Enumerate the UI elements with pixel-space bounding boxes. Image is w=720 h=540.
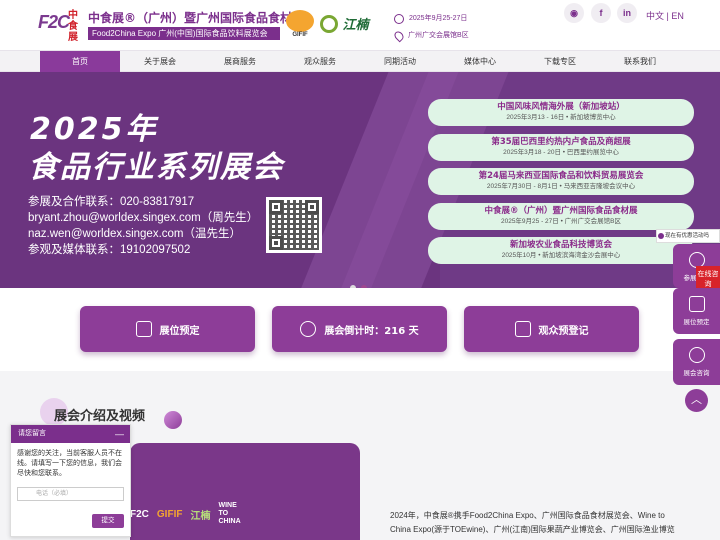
carousel-dots	[350, 278, 372, 288]
decor-circle	[164, 411, 182, 429]
event-list: 中国风味风情海外展（新加坡站） 2025年3月13 - 16日 • 新加坡博览中…	[428, 99, 694, 272]
chat-header: 请您留言 —	[11, 425, 130, 443]
clock-icon	[394, 13, 404, 24]
checklist-icon	[135, 321, 152, 337]
gifif-logo-mark	[286, 10, 314, 32]
chat-widget: 请您留言 — 感谢您的关注，当前客服人员不在线。请填写一下您的信息，我们会尽快和…	[10, 424, 131, 537]
jiangnan-logo-text: 江楠	[342, 18, 369, 33]
submit-button[interactable]: 提交	[92, 514, 124, 528]
event-sub: 2025年9月25 - 27日 • 广州广交会展馆B区	[500, 217, 622, 225]
event-title: 中食展®（广州）暨广州国际食品食材展	[484, 205, 638, 216]
chat-message: 感谢您的关注，当前客服人员不在线。请填写一下您的信息，我们会尽快和您联系。	[17, 450, 122, 477]
nav-item-media[interactable]: 媒体中心	[440, 51, 520, 72]
gifif-logo: GIFIF	[284, 10, 316, 40]
event-card[interactable]: 中食展®（广州）暨广州国际食品食材展 2025年9月25 - 27日 • 广州广…	[428, 202, 694, 230]
headset-icon	[688, 347, 705, 363]
nav-item-events[interactable]: 同期活动	[360, 51, 440, 72]
nav-item-downloads[interactable]: 下载专区	[520, 51, 600, 72]
booth-booking-button[interactable]: 展位预定	[80, 306, 255, 352]
event-sub: 2025年3月18 - 20日 • 巴西里约展览中心	[503, 148, 619, 156]
event-sub: 2025年3月13 - 16日 • 新加坡博览中心	[506, 114, 616, 121]
main-nav: 首页 关于展会 展商服务 观众服务 同期活动 媒体中心 下载专区 联系我们	[0, 50, 720, 72]
contact-line: 参观及媒体联系：19102097502	[28, 244, 191, 256]
title-main: 中食展®（广州）暨广州国际食品食材展	[88, 11, 305, 25]
linkedin-icon[interactable]: in	[617, 3, 637, 23]
exhibition-consult-button[interactable]: 展会咨询	[673, 339, 720, 385]
minimize-icon[interactable]: —	[115, 425, 124, 443]
countdown-button[interactable]: 展会倒计时：216 天	[272, 306, 447, 352]
logo-letters: F2C	[38, 12, 70, 32]
form-icon	[514, 321, 531, 337]
phone-input[interactable]: 电话（必填）	[17, 487, 124, 501]
qr-code	[266, 197, 322, 253]
title-sub: Food2China Expo 广州(中国)国际食品饮料展览会	[88, 27, 280, 40]
nav-item-visitor-services[interactable]: 观众服务	[280, 51, 360, 72]
checklist-icon	[688, 296, 705, 312]
event-sub: 2025年7月30日 - 8月1日 • 马来西亚吉隆坡会议中心	[486, 183, 636, 190]
gifif-logo-text: GIFIF	[292, 32, 308, 38]
event-card[interactable]: 新加坡农业食品科技博览会 2025年10月 • 新加坡滨海湾金沙会展中心	[428, 237, 694, 264]
nav-item-exhibitor-services[interactable]: 展商服务	[200, 51, 280, 72]
side-booking-label: 展位预定	[683, 319, 710, 326]
event-venue: 广州广交会展馆B区	[408, 32, 469, 39]
event-title: 第24届马来西亚国际食品和饮料贸易展览会	[478, 171, 644, 181]
nav-item-contact[interactable]: 联系我们	[600, 51, 680, 72]
back-to-top-button[interactable]: ︿	[685, 389, 708, 412]
promo-notice[interactable]: 现在有优惠活动吗	[656, 229, 720, 243]
event-title: 新加坡农业食品科技博览会	[509, 240, 612, 250]
countdown-label: 展会倒计时：216 天	[324, 325, 419, 337]
exhibition-consult-label: 展会咨询	[683, 370, 710, 377]
location-pin-icon	[392, 29, 406, 42]
video-logos: F2C GIFIF 江楠 WINE TO CHINA	[130, 499, 246, 529]
site-header: F2C 中食展 中食展®（广州）暨广州国际食品食材展 Food2China Ex…	[0, 0, 720, 50]
language-switch[interactable]: 中文 | EN	[646, 9, 684, 22]
event-sub: 2025年10月 • 新加坡滨海湾金沙会展中心	[501, 252, 621, 259]
site-title: 中食展®（广州）暨广州国际食品食材展 Food2China Expo 广州(中国…	[88, 11, 305, 40]
event-card[interactable]: 第35届巴西里约热内卢食品及商超展 2025年3月18 - 20日 • 巴西里约…	[428, 133, 694, 161]
facebook-icon[interactable]: f	[591, 3, 611, 23]
banner-series-title: 食品行业系列展会	[28, 150, 284, 185]
wine-to-china-logo: WINE TO CHINA	[218, 502, 241, 525]
event-title: 中国风味风情海外展（新加坡站）	[497, 102, 625, 112]
event-date: 2025年9月25-27日	[409, 15, 468, 22]
event-info: 2025年9月25-27日 广州广交会展馆B区	[392, 10, 469, 44]
jiangnan-logo: 江楠	[320, 14, 372, 36]
visitor-register-label: 观众预登记	[538, 325, 589, 337]
banner-contacts: 参展及合作联系：020-83817917 bryant.zhou@worldex…	[28, 194, 258, 258]
event-card[interactable]: 第24届马来西亚国际食品和饮料贸易展览会 2025年7月30日 - 8月1日 •…	[428, 168, 694, 195]
jiangnan-logo: 江楠	[190, 510, 211, 522]
visitor-register-button[interactable]: 观众预登记	[464, 306, 639, 352]
clock-icon	[300, 321, 317, 337]
jiangnan-logo-mark	[320, 14, 338, 33]
contact-line: naz.wen@worldex.singex.com（温先生）	[28, 228, 241, 240]
f2c-logo[interactable]: F2C 中食展	[38, 10, 84, 43]
event-card[interactable]: 中国风味风情海外展（新加坡站） 2025年3月13 - 16日 • 新加坡博览中…	[428, 99, 694, 126]
intro-text: 2024年，中食展®携手Food2China Expo、广州国际食品食材展览会、…	[390, 511, 675, 534]
action-bar: 展位预定 展会倒计时：216 天 观众预登记	[0, 288, 720, 371]
hero-banner[interactable]: 2025年 食品行业系列展会 参展及合作联系：020-83817917 brya…	[0, 72, 720, 288]
logo-cn-text: 中食展	[68, 10, 78, 43]
nav-item-about[interactable]: 关于展会	[120, 51, 200, 72]
booth-booking-label: 展位预定	[159, 325, 200, 337]
f2c-logo: F2C	[130, 508, 149, 520]
gifif-logo: GIFIF	[156, 508, 183, 520]
section-title: 展会介绍及视频	[54, 409, 146, 424]
chat-title: 请您留言	[18, 430, 46, 437]
nav-item-home[interactable]: 首页	[40, 51, 120, 72]
side-booking-button[interactable]: 展位预定	[673, 288, 720, 334]
contact-line: bryant.zhou@worldex.singex.com（周先生）	[28, 212, 259, 224]
event-title: 第35届巴西里约热内卢食品及商超展	[491, 136, 631, 147]
contact-line: 参展及合作联系：020-83817917	[28, 196, 195, 208]
wechat-icon[interactable]: ◉	[564, 3, 584, 23]
